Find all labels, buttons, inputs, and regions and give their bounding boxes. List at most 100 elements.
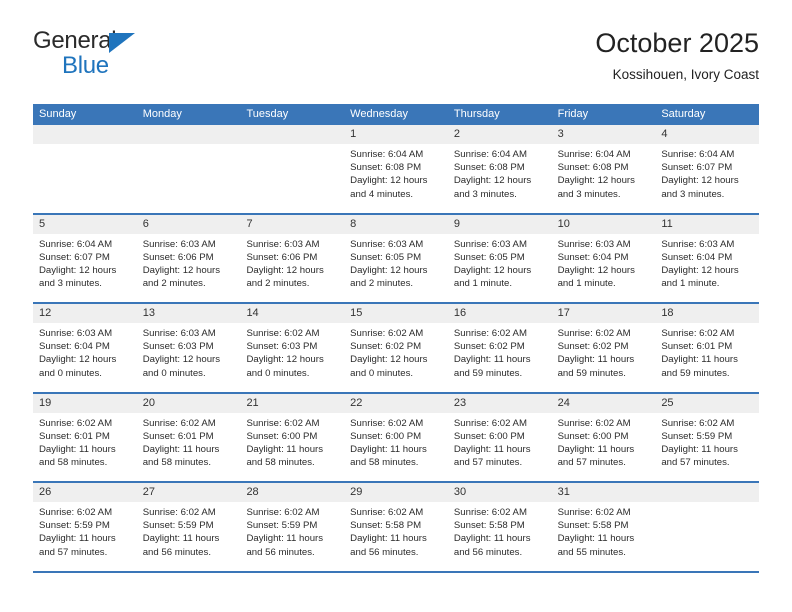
calendar-page: General Blue October 2025 Kossihouen, Iv…: [0, 0, 792, 612]
weekday-header-row: Sunday Monday Tuesday Wednesday Thursday…: [33, 104, 759, 125]
day-number: 27: [142, 486, 155, 498]
day-number-band: 17: [551, 304, 656, 323]
calendar-day-cell[interactable]: 4 Sunrise: 6:04 AM Sunset: 6:07 PM Daylight…: [655, 125, 760, 213]
calendar-week-row: 26 Sunrise: 6:02 AM Sunset: 5:59 PM Dayligh…: [33, 483, 760, 573]
day-number: 24: [557, 396, 570, 409]
daylight-text-line1: Daylight: 11 hours: [246, 443, 324, 455]
day-number: 20: [142, 396, 155, 409]
day-number-band: 29: [344, 483, 448, 502]
sunrise-text: Sunrise: 6:03 AM: [142, 328, 216, 339]
sunrise-text: Sunrise: 6:02 AM: [453, 417, 527, 429]
calendar-day-cell[interactable]: 8 Sunrise: 6:03 AM Sunset: 6:05 PM Daylight…: [344, 214, 448, 302]
daylight-text-line2: and 1 minute.: [557, 278, 616, 290]
sunset-text: Sunset: 6:02 PM: [453, 341, 525, 353]
day-number-band: 28: [240, 483, 345, 502]
calendar-day-cell[interactable]: 17 Sunrise: 6:02 AM Sunset: 6:02 PM Dayligh…: [551, 304, 656, 392]
daylight-text-line2: and 2 minutes.: [246, 278, 310, 290]
day-number: 1: [350, 128, 357, 140]
daylight-text-line1: Daylight: 12 hours: [557, 264, 635, 276]
calendar-day-cell[interactable]: 23 Sunrise: 6:02 AM Sunset: 6:00 PM Dayligh…: [447, 393, 552, 481]
sunrise-text: Sunrise: 6:04 AM: [39, 238, 113, 250]
day-details: Sunrise: 6:04 AM Sunset: 6:07 PM Daylight:…: [33, 234, 137, 291]
calendar-day-cell[interactable]: 3 Sunrise: 6:04 AM Sunset: 6:08 PM Daylight…: [551, 125, 656, 213]
calendar-day-cell[interactable]: 6 Sunrise: 6:03 AM Sunset: 6:06 PM Daylight…: [136, 214, 241, 302]
day-number: 5: [39, 217, 46, 230]
sunset-text: Sunset: 6:01 PM: [661, 341, 733, 353]
daylight-text-line1: Daylight: 11 hours: [142, 533, 220, 545]
daylight-text-line2: and 56 minutes.: [142, 546, 211, 558]
day-number-band: 15: [344, 304, 448, 323]
calendar-day-cell[interactable]: 25 Sunrise: 6:02 AM Sunset: 5:59 PM Dayligh…: [655, 393, 760, 481]
weekday-header-saturday: Saturday: [661, 108, 706, 120]
day-number-band: 11: [655, 214, 760, 234]
calendar-day-cell[interactable]: 7 Sunrise: 6:03 AM Sunset: 6:06 PM Daylight…: [240, 214, 345, 302]
calendar-day-cell[interactable]: 22 Sunrise: 6:02 AM Sunset: 6:00 PM Dayligh…: [344, 393, 448, 481]
calendar-day-cell[interactable]: 15 Sunrise: 6:02 AM Sunset: 6:02 PM Dayligh…: [344, 304, 448, 392]
day-number-band: [33, 125, 137, 144]
day-details: Sunrise: 6:02 AM Sunset: 6:01 PM Daylight:…: [33, 413, 137, 470]
calendar-day-cell[interactable]: 27 Sunrise: 6:02 AM Sunset: 5:59 PM Dayligh…: [136, 483, 241, 571]
daylight-text-line2: and 57 minutes.: [557, 457, 626, 469]
calendar-day-cell[interactable]: 13 Sunrise: 6:03 AM Sunset: 6:03 PM Dayligh…: [136, 304, 241, 392]
day-number-band: 12: [33, 304, 137, 323]
daylight-text-line2: and 4 minutes.: [350, 188, 414, 200]
daylight-text-line2: and 0 minutes.: [39, 367, 102, 379]
calendar-day-cell[interactable]: 30 Sunrise: 6:02 AM Sunset: 5:58 PM Dayligh…: [447, 483, 552, 571]
sunset-text: Sunset: 6:06 PM: [246, 251, 318, 263]
calendar-day-cell[interactable]: 26 Sunrise: 6:02 AM Sunset: 5:59 PM Dayligh…: [33, 483, 137, 571]
sunrise-text: Sunrise: 6:02 AM: [661, 328, 735, 339]
sunset-text: Sunset: 6:04 PM: [661, 251, 733, 263]
day-number-band: 4: [655, 125, 760, 144]
daylight-text-line2: and 56 minutes.: [246, 546, 315, 558]
sunset-text: Sunset: 6:05 PM: [453, 251, 525, 263]
calendar-day-cell[interactable]: 14 Sunrise: 6:02 AM Sunset: 6:03 PM Dayligh…: [240, 304, 345, 392]
day-number: 19: [39, 396, 52, 409]
calendar-day-cell[interactable]: 9 Sunrise: 6:03 AM Sunset: 6:05 PM Daylight…: [447, 214, 552, 302]
calendar-day-cell[interactable]: 24 Sunrise: 6:02 AM Sunset: 6:00 PM Dayligh…: [551, 393, 656, 481]
daylight-text-line1: Daylight: 12 hours: [661, 264, 739, 276]
daylight-text-line2: and 0 minutes.: [350, 367, 414, 379]
day-number-band: 5: [33, 214, 137, 234]
daylight-text-line2: and 57 minutes.: [39, 546, 108, 558]
daylight-text-line2: and 2 minutes.: [350, 278, 414, 290]
day-number: 2: [453, 128, 460, 140]
calendar-day-cell[interactable]: 1 Sunrise: 6:04 AM Sunset: 6:08 PM Daylight…: [344, 125, 448, 213]
day-details: Sunrise: 6:02 AM Sunset: 6:00 PM Daylight:…: [344, 413, 448, 470]
calendar-day-cell[interactable]: 16 Sunrise: 6:02 AM Sunset: 6:02 PM Dayligh…: [447, 304, 552, 392]
calendar-day-cell[interactable]: 11 Sunrise: 6:03 AM Sunset: 6:04 PM Dayligh…: [655, 214, 760, 302]
sunrise-text: Sunrise: 6:02 AM: [557, 507, 631, 518]
calendar-day-cell[interactable]: 18 Sunrise: 6:02 AM Sunset: 6:01 PM Dayligh…: [655, 304, 760, 392]
day-number: 13: [142, 307, 155, 319]
day-number-band: 10: [551, 214, 656, 234]
day-details: Sunrise: 6:02 AM Sunset: 6:01 PM Daylight:…: [137, 413, 241, 470]
weekday-header-wednesday: Wednesday: [350, 108, 409, 120]
calendar-day-cell[interactable]: 29 Sunrise: 6:02 AM Sunset: 5:58 PM Dayligh…: [344, 483, 448, 571]
calendar-day-cell[interactable]: 21 Sunrise: 6:02 AM Sunset: 6:00 PM Dayligh…: [240, 393, 345, 481]
day-details: Sunrise: 6:02 AM Sunset: 6:02 PM Daylight:…: [448, 323, 552, 380]
day-number: 3: [557, 128, 564, 140]
day-details: Sunrise: 6:02 AM Sunset: 5:59 PM Daylight:…: [655, 413, 759, 470]
sunrise-text: Sunrise: 6:03 AM: [142, 238, 216, 250]
calendar-day-cell[interactable]: 28 Sunrise: 6:02 AM Sunset: 5:59 PM Dayligh…: [240, 483, 345, 571]
calendar-day-cell[interactable]: 2 Sunrise: 6:04 AM Sunset: 6:08 PM Daylight…: [447, 125, 552, 213]
calendar-day-cell[interactable]: 20 Sunrise: 6:02 AM Sunset: 6:01 PM Dayligh…: [136, 393, 241, 481]
calendar-day-cell[interactable]: 19 Sunrise: 6:02 AM Sunset: 6:01 PM Dayligh…: [33, 393, 137, 481]
day-details: Sunrise: 6:02 AM Sunset: 6:01 PM Daylight:…: [655, 323, 759, 380]
day-number-band: 7: [240, 214, 345, 234]
day-number-band: 14: [240, 304, 345, 323]
day-number: 6: [142, 217, 149, 230]
calendar-day-cell[interactable]: 10 Sunrise: 6:03 AM Sunset: 6:04 PM Dayligh…: [551, 214, 656, 302]
daylight-text-line1: Daylight: 12 hours: [453, 175, 532, 187]
sunset-text: Sunset: 6:02 PM: [557, 341, 629, 353]
title-block: October 2025 Kossihouen, Ivory Coast: [595, 26, 759, 85]
general-blue-logo[interactable]: General Blue: [33, 26, 263, 86]
sunrise-text: Sunrise: 6:02 AM: [661, 417, 735, 429]
calendar-day-cell[interactable]: 31 Sunrise: 6:02 AM Sunset: 5:58 PM Dayligh…: [551, 483, 656, 571]
day-number: 31: [557, 486, 570, 498]
calendar-day-cell[interactable]: 12 Sunrise: 6:03 AM Sunset: 6:04 PM Dayligh…: [33, 304, 137, 392]
calendar-day-cell[interactable]: 5 Sunrise: 6:04 AM Sunset: 6:07 PM Daylight…: [33, 214, 137, 302]
daylight-text-line1: Daylight: 12 hours: [350, 264, 428, 276]
day-number: 29: [350, 486, 363, 498]
sunrise-text: Sunrise: 6:02 AM: [350, 328, 424, 339]
sunrise-text: Sunrise: 6:04 AM: [661, 149, 735, 160]
